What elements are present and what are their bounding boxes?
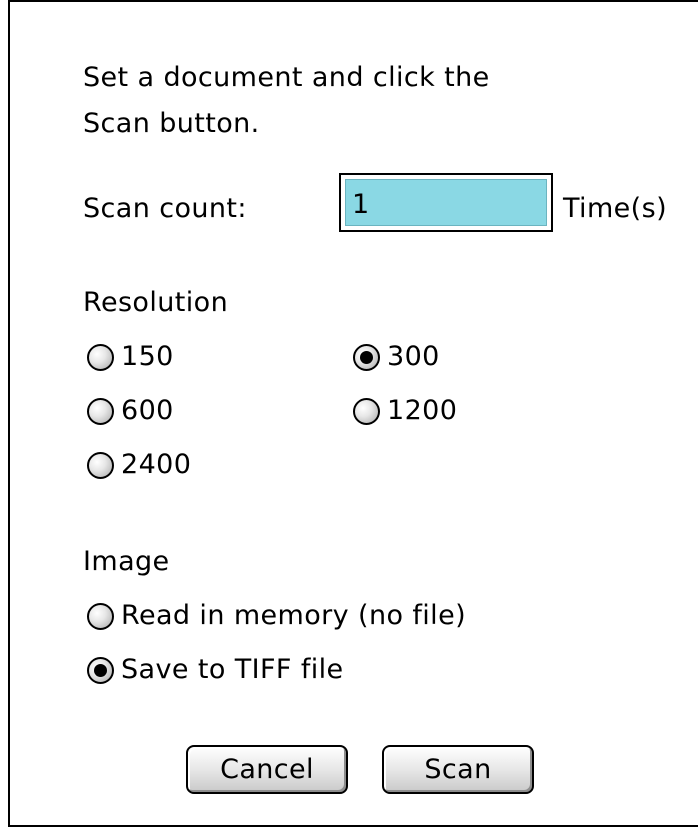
scan-count-unit: Time(s) xyxy=(563,193,668,224)
cancel-button[interactable]: Cancel xyxy=(186,745,348,794)
resolution-option-label: 600 xyxy=(121,395,174,426)
image-option-read-memory[interactable]: Read in memory (no file) xyxy=(87,599,466,633)
scan-count-label: Scan count: xyxy=(83,193,247,224)
image-option-save-tiff[interactable]: Save to TIFF file xyxy=(87,653,344,687)
image-label: Image xyxy=(83,546,170,577)
scan-dialog: Set a document and click the Scan button… xyxy=(8,0,698,827)
resolution-option-label: 1200 xyxy=(387,395,458,426)
instructions-text: Set a document and click the Scan button… xyxy=(83,55,490,147)
resolution-option-label: 300 xyxy=(387,341,440,372)
instruction-line-2: Scan button. xyxy=(83,108,260,139)
resolution-option-label: 2400 xyxy=(121,449,192,480)
radio-checked-icon xyxy=(87,656,114,684)
image-option-label: Save to TIFF file xyxy=(121,654,344,685)
scan-count-input[interactable] xyxy=(352,187,532,221)
resolution-option-2400[interactable]: 2400 xyxy=(87,448,191,482)
radio-checked-icon xyxy=(353,343,380,371)
scan-count-field[interactable] xyxy=(339,173,553,232)
radio-unchecked-icon xyxy=(87,397,114,425)
resolution-option-label: 150 xyxy=(121,341,174,372)
resolution-label: Resolution xyxy=(83,287,229,318)
scan-button[interactable]: Scan xyxy=(382,745,534,794)
radio-unchecked-icon xyxy=(353,397,380,425)
image-option-label: Read in memory (no file) xyxy=(121,600,467,631)
resolution-option-600[interactable]: 600 xyxy=(87,394,174,428)
resolution-option-300[interactable]: 300 xyxy=(353,340,440,374)
resolution-option-150[interactable]: 150 xyxy=(87,340,174,374)
resolution-option-1200[interactable]: 1200 xyxy=(353,394,457,428)
radio-unchecked-icon xyxy=(87,343,114,371)
radio-unchecked-icon xyxy=(87,451,114,479)
radio-unchecked-icon xyxy=(87,602,114,630)
instruction-line-1: Set a document and click the xyxy=(83,62,490,93)
